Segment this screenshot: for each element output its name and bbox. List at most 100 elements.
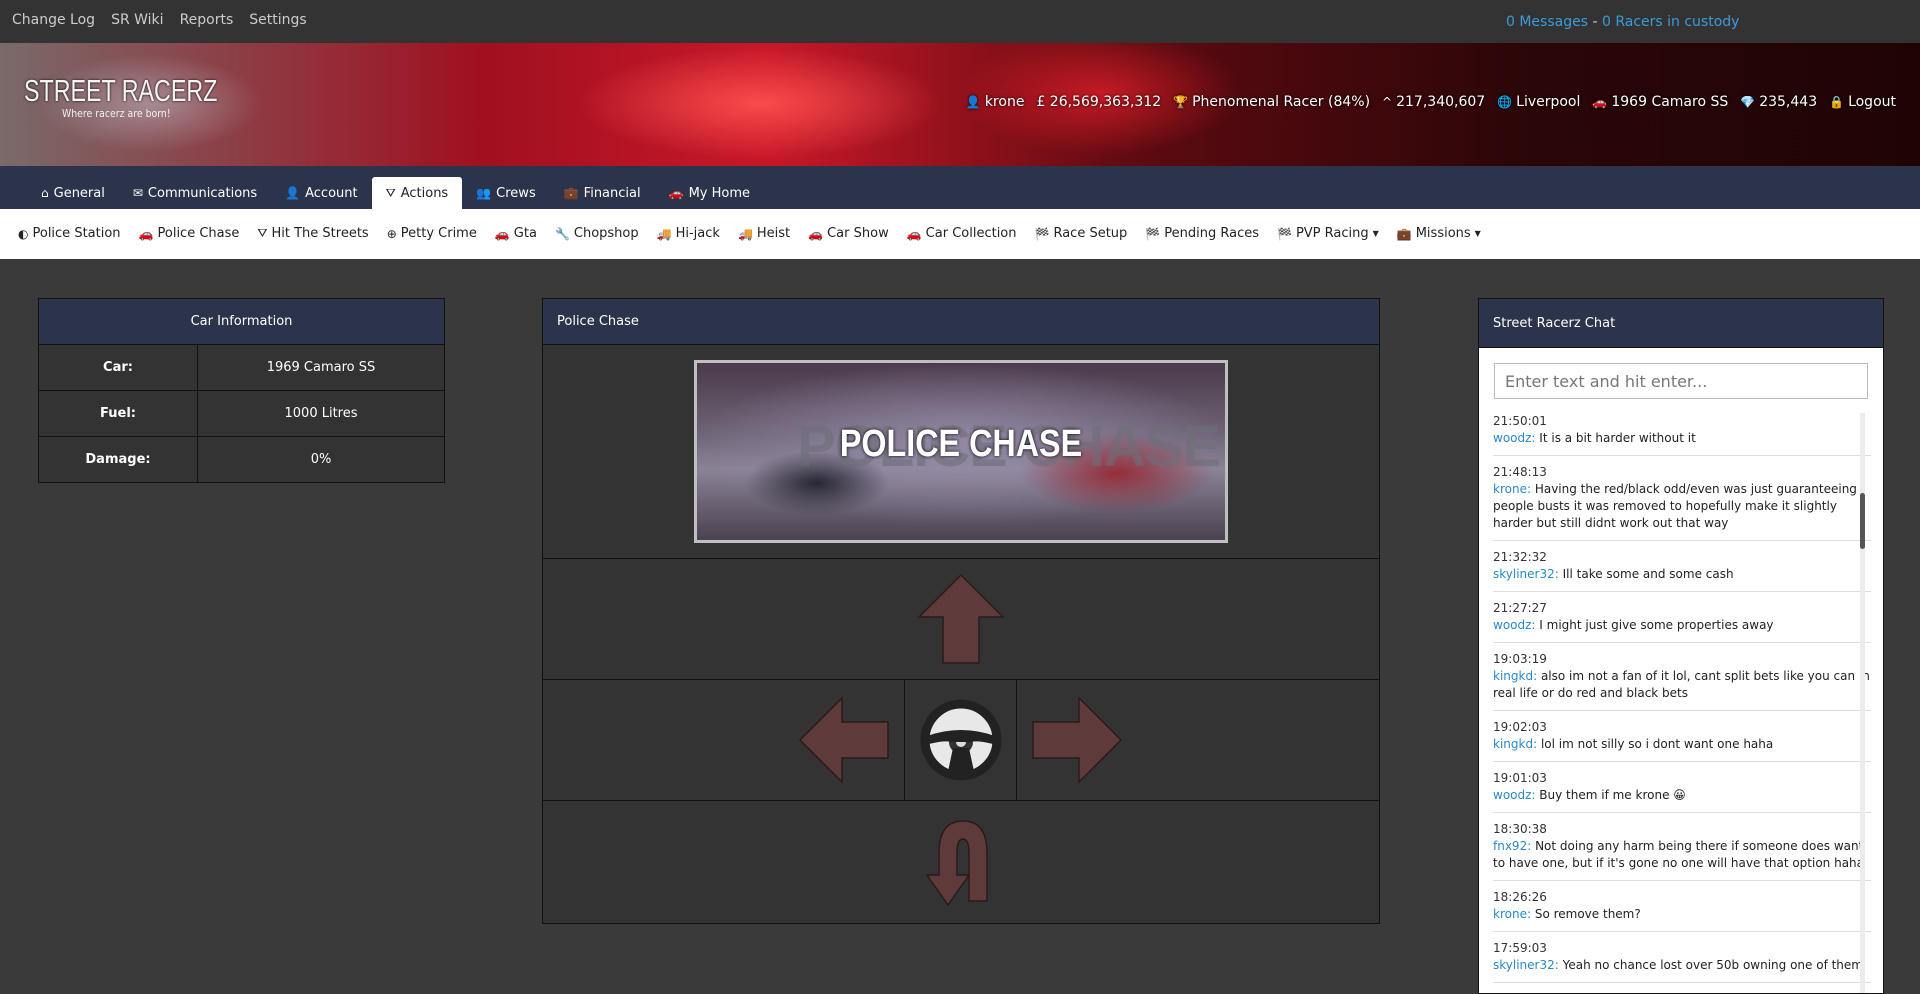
- message-user[interactable]: woodz:: [1493, 788, 1535, 802]
- message-user[interactable]: fnx92:: [1493, 839, 1531, 853]
- globe-icon: 🌐: [1497, 95, 1513, 109]
- car-icon: 🚗: [668, 186, 684, 200]
- subnav-label: Car Collection: [925, 226, 1017, 241]
- rank: Phenomenal Racer (84%): [1192, 94, 1371, 110]
- message-text: Buy them if me krone 😀: [1539, 788, 1686, 802]
- subnav-police-chase[interactable]: 🚗 Police Chase: [139, 226, 240, 241]
- trophy-icon: 🏆: [1173, 95, 1189, 109]
- truck-icon: 🚚: [737, 226, 753, 241]
- subnav-pending-races[interactable]: 🏁 Pending Races: [1145, 226, 1259, 241]
- truck-icon: 🚚: [656, 226, 672, 241]
- chat-message: 21:48:13 krone: Having the red/black odd…: [1493, 464, 1871, 541]
- message-user[interactable]: woodz:: [1493, 431, 1535, 445]
- stat-diamonds: 💎 235,443: [1740, 94, 1817, 110]
- message-user[interactable]: woodz:: [1493, 618, 1535, 632]
- tab-crews[interactable]: 👥 Crews: [462, 177, 550, 209]
- subnav-car-show[interactable]: 🚗 Car Show: [808, 226, 889, 241]
- chat-message: 21:50:01 woodz: It is a bit harder witho…: [1493, 413, 1871, 456]
- sub-nav: ◐ Police Station 🚗 Police Chase ⛛ Hit The S…: [0, 209, 1920, 259]
- subnav-car-collection[interactable]: 🚗 Car Collection: [907, 226, 1017, 241]
- arrow-up-icon[interactable]: [917, 573, 1005, 665]
- u-turn-icon[interactable]: [913, 815, 1003, 907]
- damage-key: Damage:: [39, 437, 198, 482]
- tab-communications[interactable]: ✉ Communications: [119, 177, 271, 209]
- message-user[interactable]: skyliner32:: [1493, 567, 1559, 581]
- subnav-hi-jack[interactable]: 🚚 Hi-jack: [657, 226, 720, 241]
- money: £ 26,569,363,312: [1036, 94, 1162, 110]
- stat-location[interactable]: 🌐 Liverpool: [1497, 94, 1580, 110]
- message-user[interactable]: krone:: [1493, 907, 1531, 921]
- tab-label: Actions: [400, 185, 449, 201]
- lock-icon: 🔒: [1829, 95, 1845, 109]
- change-log-link[interactable]: Change Log: [12, 12, 95, 28]
- subnav-missions[interactable]: 💼 Missions ▼: [1397, 226, 1481, 241]
- chat-input[interactable]: [1494, 363, 1868, 399]
- logo-tagline: Where racerz are born!: [62, 107, 171, 120]
- police-chase-panel: Police Chase POLICE CHASE POLICE CHASE: [542, 298, 1380, 924]
- table-row: Fuel: 1000 Litres: [39, 391, 444, 437]
- right-cell: [1017, 680, 1379, 800]
- fuel-key: Fuel:: [39, 391, 198, 436]
- message-time: 17:59:03: [1493, 941, 1547, 955]
- subnav-race-setup[interactable]: 🏁 Race Setup: [1035, 226, 1128, 241]
- stat-car[interactable]: 🚗 1969 Camaro SS: [1592, 94, 1728, 110]
- subnav-pvp-racing[interactable]: 🏁 PVP Racing ▼: [1277, 226, 1379, 241]
- message-user[interactable]: kingkd:: [1493, 669, 1537, 683]
- settings-link[interactable]: Settings: [249, 12, 306, 28]
- custody-link[interactable]: 0 Racers in custody: [1602, 14, 1739, 30]
- chat-scrollbar[interactable]: [1860, 413, 1865, 993]
- flag-icon: 🏁: [1034, 226, 1050, 241]
- message-time: 21:50:01: [1493, 414, 1547, 428]
- tab-account[interactable]: 👤 Account: [271, 177, 371, 209]
- sr-wiki-link[interactable]: SR Wiki: [111, 12, 164, 28]
- logout-button[interactable]: 🔒 Logout: [1829, 94, 1896, 110]
- subnav-police-station[interactable]: ◐ Police Station: [18, 226, 121, 241]
- steering-wheel-icon[interactable]: [919, 698, 1003, 782]
- tab-my-home[interactable]: 🚗 My Home: [655, 177, 764, 209]
- message-text: Ill take some and some cash: [1562, 567, 1734, 581]
- table-row: Car: 1969 Camaro SS: [39, 345, 444, 391]
- chase-image-row: POLICE CHASE POLICE CHASE: [543, 345, 1379, 559]
- subnav-label: Petty Crime: [400, 226, 477, 241]
- tab-financial[interactable]: 💼 Financial: [550, 177, 655, 209]
- stat-username[interactable]: 👤 krone: [966, 94, 1025, 110]
- car-icon: 🚗: [1592, 95, 1608, 109]
- subnav-chopshop[interactable]: 🔧 Chopshop: [555, 226, 639, 241]
- username: krone: [984, 94, 1025, 110]
- tab-label: My Home: [688, 185, 750, 201]
- subnav-label: Pending Races: [1164, 226, 1259, 241]
- briefcase-icon: 💼: [563, 186, 579, 200]
- caret-down-icon: ▼: [1474, 229, 1481, 238]
- top-bar: Change Log SR Wiki Reports Settings 0 Me…: [0, 0, 1920, 43]
- chat-title: Street Racerz Chat: [1479, 299, 1883, 348]
- message-text: also im not a fan of it lol, cant split …: [1493, 669, 1870, 700]
- chat-scrollbar-thumb[interactable]: [1860, 493, 1865, 549]
- tab-general[interactable]: ⌂ General: [27, 177, 119, 209]
- arrow-left-icon[interactable]: [798, 696, 890, 784]
- diamonds: 235,443: [1759, 94, 1818, 110]
- subnav-petty-crime[interactable]: ⊕ Petty Crime: [387, 226, 477, 241]
- subnav-label: Gta: [513, 226, 537, 241]
- subnav-heist[interactable]: 🚚 Heist: [738, 226, 790, 241]
- messages-link[interactable]: 0 Messages: [1506, 14, 1588, 30]
- site-logo[interactable]: STREET RACERZ Where racerz are born!: [24, 73, 282, 120]
- tab-label: Financial: [583, 185, 641, 201]
- header-banner: STREET RACERZ Where racerz are born! 👤 kr…: [0, 43, 1920, 166]
- message-user[interactable]: kingkd:: [1493, 737, 1537, 751]
- envelope-icon: ✉: [132, 186, 143, 200]
- subnav-label: Heist: [756, 226, 791, 241]
- subnav-gta[interactable]: 🚗 Gta: [495, 226, 537, 241]
- sub-nav-items: ◐ Police Station 🚗 Police Chase ⛛ Hit The S…: [18, 226, 1481, 241]
- message-user[interactable]: skyliner32:: [1493, 958, 1559, 972]
- tab-actions[interactable]: ⛛ Actions: [371, 177, 463, 209]
- stat-rank: 🏆 Phenomenal Racer (84%): [1173, 94, 1370, 110]
- users-icon: 👥: [476, 186, 492, 200]
- police-chase-banner-image: POLICE CHASE POLICE CHASE: [694, 360, 1228, 543]
- arrow-right-icon[interactable]: [1031, 696, 1123, 784]
- location: Liverpool: [1516, 94, 1581, 110]
- message-user[interactable]: krone:: [1493, 482, 1531, 496]
- reports-link[interactable]: Reports: [180, 12, 234, 28]
- message-time: 21:27:27: [1493, 601, 1547, 615]
- road-icon: ⛛: [385, 185, 396, 200]
- subnav-hit-the-streets[interactable]: ⛛ Hit The Streets: [257, 226, 368, 241]
